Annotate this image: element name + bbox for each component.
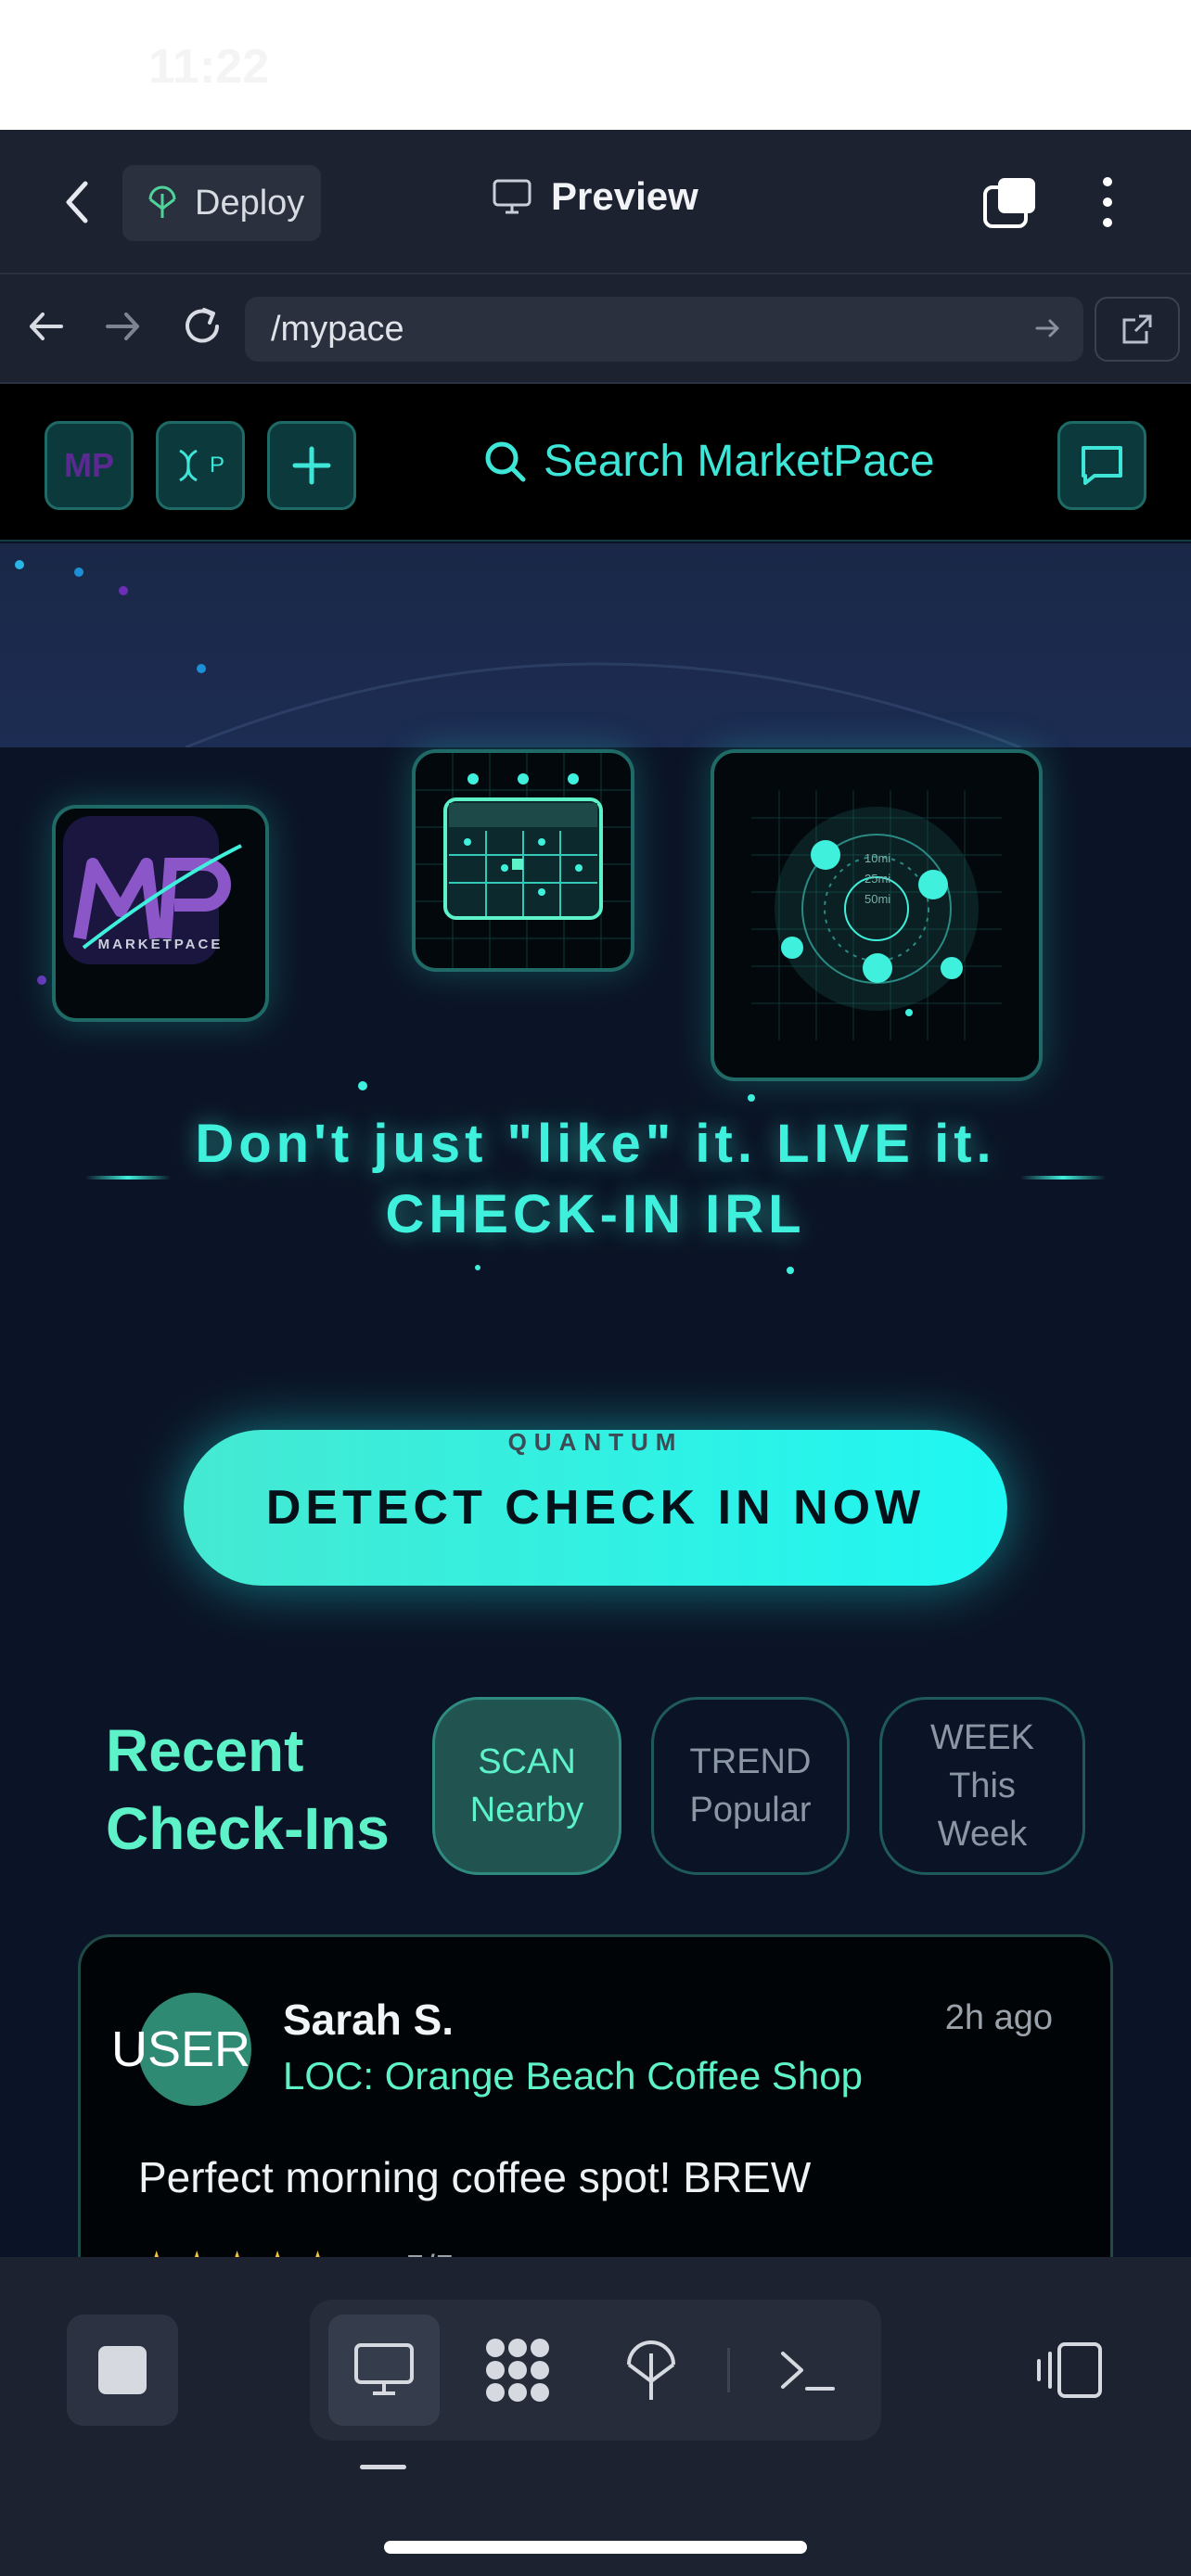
open-external-button[interactable] — [1095, 297, 1180, 362]
preview-label: Preview — [551, 174, 698, 218]
particle — [74, 567, 83, 577]
preview-tool-button[interactable] — [328, 2315, 440, 2426]
search-label: Search MarketPace — [544, 437, 935, 486]
filter-popular[interactable]: TREND Popular — [651, 1697, 850, 1875]
filter-label: Popular — [689, 1791, 812, 1830]
marketpace-logo-icon — [63, 816, 242, 964]
checkin-user-name: Sarah S. — [283, 1996, 455, 2044]
tagline-line-2: CHECK-IN IRL — [385, 1184, 806, 1244]
app-header: MP P Search MarketPace — [0, 384, 1191, 542]
avatar-text: USER — [110, 2021, 251, 2077]
filter-label: Nearby — [469, 1791, 584, 1830]
radar-map-icon — [751, 790, 1002, 1040]
deploy-button[interactable]: Deploy — [122, 165, 321, 241]
filter-label: WEEK — [930, 1718, 1034, 1757]
filter-label: TREND — [689, 1742, 812, 1781]
particle — [197, 664, 206, 673]
calendar-grid-icon — [416, 753, 631, 968]
checkin-post-text: Perfect morning coffee spot! BREW — [138, 2153, 812, 2201]
tagline-line-1: Don't just "like" it. LIVE it. — [195, 1114, 996, 1174]
logo-subtitle: MARKETPACE — [97, 937, 224, 952]
stop-icon — [98, 2346, 147, 2394]
tabs-icon[interactable] — [981, 176, 1039, 230]
home-indicator — [384, 2541, 807, 2554]
particle — [15, 560, 24, 569]
section-title-line-2: Check-Ins — [106, 1795, 390, 1862]
cta-kicker: QUANTUM — [507, 1428, 684, 1456]
terminal-icon — [781, 2352, 835, 2391]
particle — [787, 1267, 794, 1274]
active-tab-indicator — [360, 2465, 406, 2469]
bottom-toolbar — [0, 2257, 1191, 2576]
browser-back-icon[interactable] — [22, 302, 70, 351]
profile-initial: P — [209, 453, 224, 478]
deploy-tool-button[interactable] — [596, 2315, 707, 2426]
avatar: USER — [111, 1993, 251, 2106]
status-bar: 11:22 — [0, 0, 1191, 130]
checkin-location[interactable]: LOC: Orange Beach Coffee Shop — [283, 2054, 863, 2098]
particle — [475, 1265, 480, 1270]
hero-arc — [185, 662, 1021, 747]
shell-tool-button[interactable] — [751, 2315, 863, 2426]
url-input[interactable]: /mypace — [245, 297, 1083, 362]
chat-icon — [1082, 446, 1122, 485]
url-bar: /mypace — [0, 274, 1191, 384]
more-options-icon[interactable] — [1091, 174, 1124, 230]
filter-label: This — [949, 1766, 1016, 1805]
logo-text: MP — [64, 446, 114, 484]
tool-group — [310, 2300, 881, 2441]
stop-button[interactable] — [67, 2315, 178, 2426]
panel-toggle-icon[interactable] — [1031, 2333, 1106, 2407]
status-time: 11:22 — [148, 40, 270, 94]
tagline-dash-right — [1020, 1176, 1106, 1180]
radar-ring-label: 25mi — [864, 872, 891, 886]
search-button[interactable]: Search MarketPace — [482, 436, 935, 487]
deploy-icon — [148, 185, 176, 218]
particle — [358, 1081, 367, 1090]
back-chevron-icon[interactable] — [54, 174, 102, 230]
section-title: Recent Check-Ins — [106, 1712, 390, 1868]
preview-top-bar: Deploy Preview — [0, 130, 1191, 274]
particle — [748, 1094, 755, 1102]
profile-button[interactable]: P — [156, 421, 245, 510]
radar-ring-label: 10mi — [864, 851, 891, 865]
deploy-icon — [627, 2340, 675, 2400]
section-title-line-1: Recent — [106, 1717, 304, 1784]
url-text: /mypace — [271, 309, 404, 349]
monitor-icon — [354, 2343, 414, 2395]
reload-icon[interactable] — [178, 302, 226, 351]
hero-banner — [0, 543, 1191, 747]
marketpace-logo-tile[interactable]: MARKETPACE — [52, 805, 269, 1022]
cta-label: DETECT CHECK IN NOW — [265, 1481, 926, 1535]
plus-icon — [292, 446, 331, 485]
dna-icon — [179, 449, 198, 482]
add-button[interactable] — [267, 421, 356, 510]
preview-title: Preview — [492, 174, 698, 219]
dots-grid-icon — [486, 2339, 549, 2402]
workspace-tool-button[interactable] — [462, 2315, 573, 2426]
external-link-icon — [1122, 314, 1152, 344]
tagline-dash-left — [85, 1176, 171, 1180]
calendar-tile[interactable] — [412, 749, 634, 972]
messages-button[interactable] — [1057, 421, 1146, 510]
filter-nearby[interactable]: SCAN Nearby — [432, 1697, 621, 1875]
tool-separator — [727, 2348, 730, 2392]
deploy-label: Deploy — [195, 183, 305, 223]
browser-forward-icon[interactable] — [98, 302, 147, 351]
go-arrow-icon[interactable] — [1033, 313, 1063, 343]
search-icon — [485, 441, 526, 481]
particle — [37, 976, 46, 985]
checkin-time: 2h ago — [944, 1998, 1053, 2037]
particle — [119, 586, 128, 595]
filter-this-week[interactable]: WEEK This Week — [879, 1697, 1085, 1875]
filter-label: Week — [937, 1815, 1028, 1854]
logo-button[interactable]: MP — [45, 421, 134, 510]
radar-ring-label: 50mi — [864, 892, 891, 906]
filter-label: SCAN — [478, 1742, 576, 1781]
radar-tile[interactable]: 10mi 25mi 50mi — [711, 749, 1043, 1081]
monitor-icon — [493, 179, 531, 214]
